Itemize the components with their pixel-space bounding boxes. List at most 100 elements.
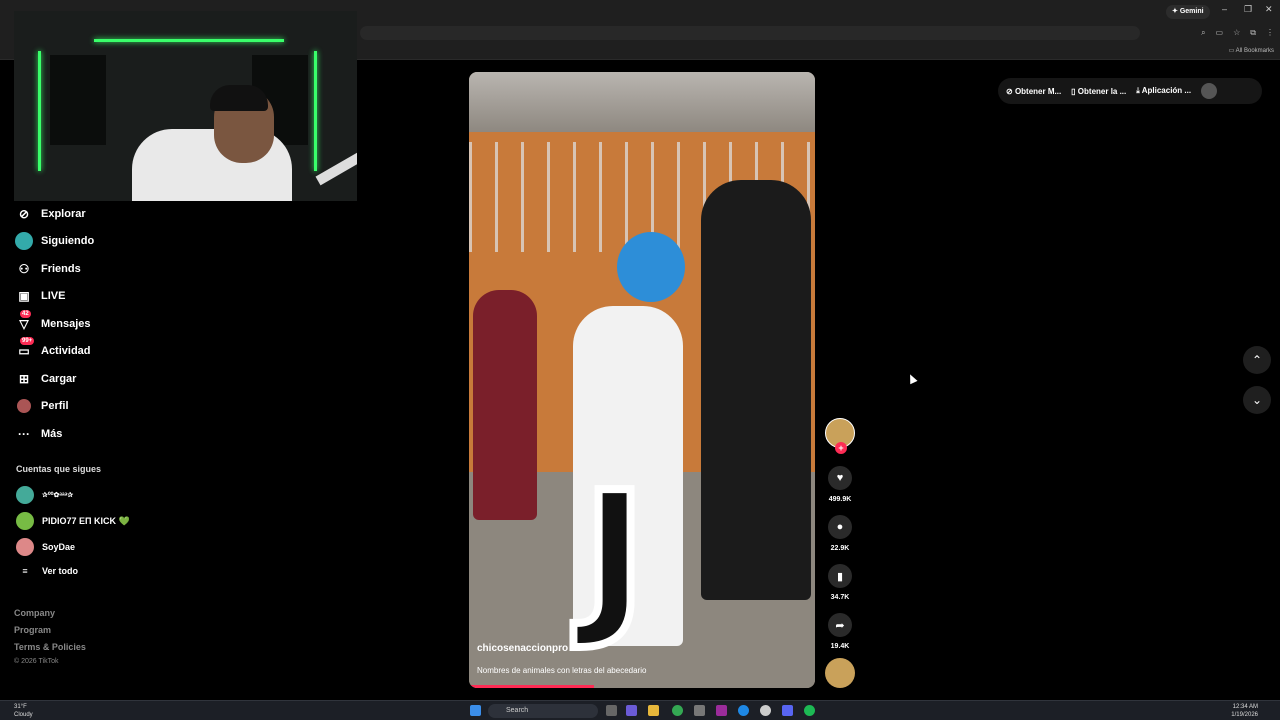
sidebar-item-label: Actividad bbox=[41, 345, 91, 358]
footer-company[interactable]: Company bbox=[14, 608, 55, 618]
led-strip bbox=[94, 39, 284, 42]
sidebar-item-actividad[interactable]: ▭ 99+ Actividad bbox=[14, 337, 164, 366]
video-balloon bbox=[617, 232, 685, 302]
address-bar[interactable] bbox=[360, 26, 1140, 40]
all-bookmarks-label: All Bookmarks bbox=[1235, 48, 1274, 54]
friends-icon: ⚇ bbox=[18, 261, 30, 276]
sidebar-item-label: Explorar bbox=[41, 207, 86, 220]
footer-program[interactable]: Program bbox=[14, 625, 51, 635]
comment-count: 22.9K bbox=[830, 545, 850, 552]
following-item[interactable]: ΡIDIO77 EΠ KICK 💚 bbox=[16, 512, 130, 530]
cast-icon[interactable]: ▭ bbox=[1216, 28, 1224, 38]
task-view-icon[interactable] bbox=[606, 705, 617, 716]
user-avatar[interactable] bbox=[1201, 83, 1218, 99]
video-description: Nombres de animales con letras del abece… bbox=[477, 666, 647, 675]
avatar bbox=[16, 512, 34, 530]
chrome-icon[interactable] bbox=[672, 705, 683, 716]
upload-icon: ⊞ bbox=[18, 371, 30, 386]
minimize-icon[interactable]: – bbox=[1222, 4, 1227, 14]
messages-icon: ▽ 42 bbox=[19, 309, 31, 331]
video-woman bbox=[701, 180, 811, 600]
desktop-app-link[interactable]: ⤓ Aplicación ... bbox=[1136, 86, 1191, 96]
video-progress-bar[interactable] bbox=[469, 685, 594, 688]
video-player[interactable]: J chicosenaccionpro Nombres de animales … bbox=[469, 72, 815, 688]
comment-button[interactable]: ● bbox=[828, 515, 852, 539]
save-button[interactable]: ▮ bbox=[828, 564, 852, 588]
clock-time: 12:34 AM bbox=[1232, 704, 1258, 710]
action-column: + ♥ 499.9K ● 22.9K ▮ 34.7K ➦ 19.4K bbox=[822, 418, 858, 688]
sidebar-item-explorar[interactable]: ⊘ Explorar bbox=[14, 200, 164, 228]
footer-terms[interactable]: Terms & Policies bbox=[14, 642, 86, 652]
edge-icon[interactable] bbox=[738, 705, 749, 716]
profile-icon bbox=[14, 398, 34, 414]
file-explorer-icon[interactable] bbox=[648, 705, 659, 716]
share-arrow-icon: ➦ bbox=[835, 619, 845, 632]
app-icon[interactable] bbox=[694, 705, 705, 716]
get-music-link[interactable]: ⊘ Obtener M... bbox=[1006, 87, 1061, 96]
save-count: 34.7K bbox=[830, 594, 850, 601]
taskbar-search[interactable]: Search bbox=[488, 704, 598, 718]
sidebar-item-cargar[interactable]: ⊞ Cargar bbox=[14, 365, 164, 393]
system-clock[interactable]: 12:34 AM 1/19/2026 bbox=[1231, 703, 1258, 719]
follow-plus-icon[interactable]: + bbox=[835, 442, 847, 454]
zoom-icon[interactable]: ⌕ bbox=[1201, 28, 1205, 38]
extensions-icon[interactable]: ⧉ bbox=[1250, 28, 1256, 38]
like-button[interactable]: ♥ bbox=[828, 466, 852, 490]
top-links-bar: ⊘ Obtener M... ▯ Obtener la ... ⤓ Aplica… bbox=[998, 78, 1262, 104]
avatar-icon bbox=[14, 232, 34, 251]
sidebar-item-perfil[interactable]: Perfil bbox=[14, 393, 164, 421]
copyright: © 2026 TikTok bbox=[14, 658, 59, 665]
share-button[interactable]: ➦ bbox=[828, 613, 852, 637]
windows-start-icon[interactable] bbox=[470, 705, 481, 716]
comment-icon: ● bbox=[836, 521, 844, 533]
see-all-link[interactable]: ≡ Ver todo bbox=[16, 566, 78, 576]
sidebar-item-live[interactable]: ▣ LIVE bbox=[14, 283, 164, 311]
app-icon[interactable] bbox=[716, 705, 727, 716]
sidebar-item-mas[interactable]: ··· Más bbox=[14, 420, 164, 448]
search-label: Search bbox=[506, 707, 529, 714]
sidebar-item-friends[interactable]: ⚇ Friends bbox=[14, 255, 164, 283]
discord-icon[interactable] bbox=[782, 705, 793, 716]
bookmark-star-icon[interactable]: ☆ bbox=[1233, 28, 1240, 38]
microphone-arm bbox=[315, 146, 357, 186]
restore-icon[interactable]: ❐ bbox=[1244, 4, 1252, 15]
get-app-link[interactable]: ▯ Obtener la ... bbox=[1071, 87, 1126, 96]
creator-avatar[interactable]: + bbox=[825, 418, 855, 454]
music-disc[interactable] bbox=[825, 658, 855, 688]
acoustic-panel bbox=[50, 55, 106, 145]
video-overlay-letter: J bbox=[579, 456, 650, 654]
copilot-icon[interactable] bbox=[626, 705, 637, 716]
sidebar-item-siguiendo[interactable]: Siguiendo bbox=[14, 228, 164, 256]
all-bookmarks-link[interactable]: ▭ All Bookmarks bbox=[1229, 47, 1274, 54]
sidebar-item-label: Mensajes bbox=[41, 317, 91, 330]
get-music-label: Obtener M... bbox=[1014, 86, 1062, 96]
sidebar-item-mensajes[interactable]: ▽ 42 Mensajes bbox=[14, 309, 164, 338]
previous-video-button[interactable]: ⌃ bbox=[1243, 346, 1271, 374]
weather-widget[interactable]: 31°F Cloudy bbox=[14, 703, 33, 719]
profile-menu-icon[interactable]: ⋮ bbox=[1266, 28, 1274, 38]
following-item[interactable]: SoyDae bbox=[16, 538, 75, 556]
spotify-icon[interactable] bbox=[804, 705, 815, 716]
led-strip-left bbox=[38, 51, 41, 171]
sidebar-item-label: Siguiendo bbox=[41, 235, 95, 248]
streamer-cap bbox=[210, 85, 268, 111]
next-video-button[interactable]: ⌄ bbox=[1243, 386, 1271, 414]
share-count: 19.4K bbox=[830, 643, 850, 650]
get-app-label: Obtener la ... bbox=[1077, 86, 1127, 96]
sidebar-item-label: Más bbox=[41, 427, 63, 440]
weather-condition: Cloudy bbox=[14, 712, 33, 718]
gemini-button[interactable]: ✦ Gemini bbox=[1166, 5, 1210, 19]
following-name: ✰⁰⁰✿ᵃᵃᵃ✰ bbox=[42, 492, 74, 499]
heart-icon: ♥ bbox=[836, 472, 844, 484]
video-username[interactable]: chicosenaccionpro bbox=[477, 643, 568, 654]
following-item[interactable]: ✰⁰⁰✿ᵃᵃᵃ✰ bbox=[16, 486, 73, 504]
browser-toolbar-icons: ⌕ ▭ ☆ ⧉ ⋮ bbox=[1201, 28, 1274, 38]
sidebar-item-label: Friends bbox=[41, 262, 81, 275]
sidebar-nav: ⊘ Explorar Siguiendo ⚇ Friends ▣ LIVE ▽ 42 Me… bbox=[14, 200, 164, 448]
video-boy bbox=[473, 290, 537, 520]
app-icon[interactable] bbox=[760, 705, 771, 716]
activity-icon: ▭ 99+ bbox=[18, 337, 35, 359]
live-icon: ▣ bbox=[18, 289, 30, 304]
close-icon[interactable]: ✕ bbox=[1265, 4, 1273, 15]
activity-badge: 99+ bbox=[20, 337, 35, 346]
